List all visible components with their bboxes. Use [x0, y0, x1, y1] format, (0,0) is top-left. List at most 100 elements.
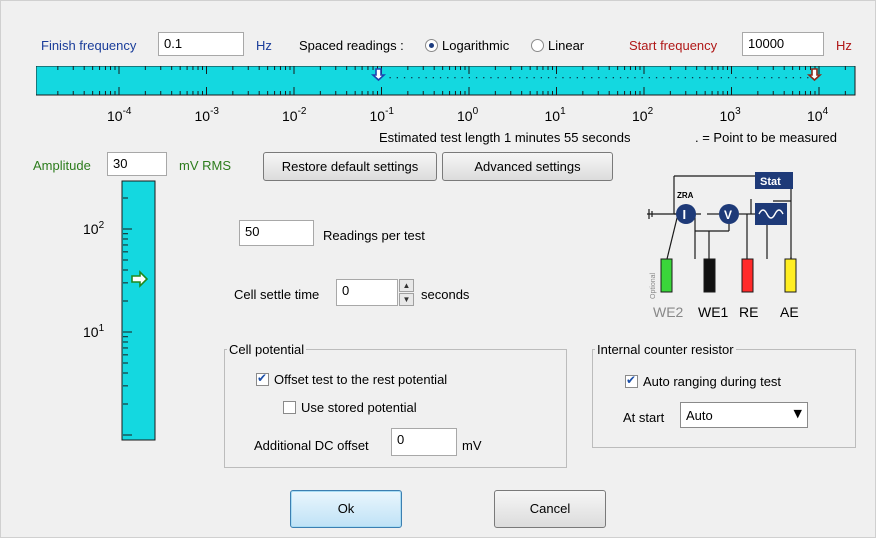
frequency-tick-label: 103 [720, 106, 742, 124]
cell-settle-time-spinner[interactable]: ▲ ▼ [399, 279, 414, 306]
measurement-point [418, 77, 420, 79]
ae-label: AE [780, 304, 799, 320]
measurement-point [792, 77, 794, 79]
re-electrode-icon [741, 258, 754, 293]
measurement-point [799, 77, 802, 79]
use-stored-potential-box-icon [283, 401, 296, 414]
measurement-point [555, 77, 557, 79]
amplitude-input[interactable]: 30 [107, 152, 167, 176]
cell-connection-diagram: ZRA I V Stat Optional WE2 WE1 RE AE [647, 172, 799, 320]
measurement-point [562, 77, 564, 79]
amplitude-tick-label-1e1: 101 [83, 323, 105, 340]
measurement-point [778, 77, 780, 79]
measurement-point [511, 77, 514, 79]
measurement-point [763, 77, 766, 79]
measurement-point [735, 77, 737, 79]
finish-frequency-unit: Hz [256, 38, 272, 53]
scale-legend: . = Point to be measured [695, 130, 838, 145]
measurement-point [411, 77, 413, 79]
measurement-point [475, 77, 478, 79]
additional-dc-offset-unit: mV [462, 438, 482, 453]
measurement-point [432, 77, 434, 79]
frequency-scale-track [36, 66, 856, 96]
measurement-point [569, 77, 571, 79]
measurement-point [497, 77, 499, 79]
cell-settle-time-unit: seconds [421, 287, 470, 302]
we1-electrode-icon [703, 258, 716, 293]
start-frequency-unit: Hz [836, 38, 852, 53]
radio-linear[interactable]: Linear [531, 38, 584, 53]
measurement-point [403, 77, 406, 79]
re-label: RE [739, 304, 758, 320]
restore-default-settings-button[interactable]: Restore default settings [263, 152, 437, 181]
measurement-point [655, 77, 658, 79]
start-frequency-input[interactable]: 10000 [742, 32, 824, 56]
finish-frequency-label: Finish frequency [41, 38, 137, 53]
measurement-point [720, 77, 722, 79]
frequency-tick-label: 10-2 [282, 106, 307, 124]
finish-frequency-input[interactable]: 0.1 [158, 32, 244, 56]
additional-dc-offset-input[interactable]: 0 [391, 428, 457, 456]
at-start-select[interactable]: Auto ▼ [680, 402, 808, 428]
chevron-down-icon[interactable]: ▼ [794, 407, 802, 420]
cell-settle-time-input[interactable]: 0 [336, 279, 398, 306]
advanced-settings-button[interactable]: Advanced settings [442, 152, 613, 181]
measurement-point [519, 77, 521, 79]
ok-button[interactable]: Ok [290, 490, 402, 528]
radio-logarithmic-label: Logarithmic [442, 38, 510, 53]
auto-ranging-label: Auto ranging during test [643, 374, 782, 389]
amplitude-scale[interactable]: 102 101 [79, 179, 169, 442]
stat-box-icon: Stat [755, 172, 793, 225]
measurement-point [749, 77, 751, 79]
measurement-point [684, 77, 686, 79]
offset-rest-potential-label: Offset test to the rest potential [274, 372, 448, 387]
optional-label: Optional [650, 272, 657, 299]
frequency-tick-label: 10-4 [107, 106, 132, 124]
measurement-point [439, 77, 442, 79]
measurement-point [425, 77, 427, 79]
frequency-tick-label: 104 [807, 106, 829, 124]
measurement-point [547, 77, 550, 79]
measurement-point [727, 77, 730, 79]
measurement-point [663, 77, 665, 79]
spinner-down-icon[interactable]: ▼ [399, 293, 414, 306]
estimated-test-length: Estimated test length 1 minutes 55 secon… [379, 130, 631, 145]
internal-counter-resistor-title: Internal counter resistor [597, 342, 734, 357]
frequency-tick-label: 10-1 [370, 106, 395, 124]
spinner-up-icon[interactable]: ▲ [399, 279, 414, 292]
offset-rest-potential-check-icon [256, 371, 269, 386]
frequency-scale-labels: 10-4 10-3 10-2 10-1 100 101 102 103 104 [107, 106, 829, 124]
radio-logarithmic[interactable]: Logarithmic [425, 38, 509, 53]
voltmeter-icon: V [719, 204, 739, 224]
auto-ranging-checkbox[interactable]: Auto ranging during test [625, 373, 782, 389]
measurement-point [612, 77, 614, 79]
measurement-point [454, 77, 456, 79]
frequency-scale[interactable]: 10-4 10-3 10-2 10-1 100 101 102 103 104 [36, 66, 856, 128]
start-frequency-label: Start frequency [629, 38, 718, 53]
amplitude-scale-labels: 102 101 [83, 220, 105, 340]
spaced-readings-label: Spaced readings : [299, 38, 404, 53]
measurement-point [691, 77, 694, 79]
measurement-point [389, 77, 391, 79]
cancel-button[interactable]: Cancel [494, 490, 606, 528]
measurement-point [504, 77, 506, 79]
we2-electrode-icon [660, 258, 673, 293]
use-stored-potential-label: Use stored potential [301, 400, 417, 415]
measurement-point [756, 77, 758, 79]
measurement-point [533, 77, 535, 79]
measurement-point [627, 77, 629, 79]
amplitude-tick-label-1e2: 102 [83, 220, 105, 237]
frequency-tick-label: 102 [632, 106, 654, 124]
measurement-point [483, 77, 485, 79]
measurement-point [619, 77, 622, 79]
radio-logarithmic-dot [425, 39, 438, 52]
we1-label: WE1 [698, 304, 729, 320]
offset-rest-potential-checkbox[interactable]: Offset test to the rest potential [256, 371, 448, 387]
readings-per-test-input[interactable]: 50 [239, 220, 314, 246]
measurement-point [540, 77, 542, 79]
measurement-point [785, 77, 787, 79]
radio-linear-dot [531, 39, 544, 52]
use-stored-potential-checkbox[interactable]: Use stored potential [283, 400, 417, 415]
stat-label: Stat [760, 176, 781, 188]
measurement-point [771, 77, 773, 79]
